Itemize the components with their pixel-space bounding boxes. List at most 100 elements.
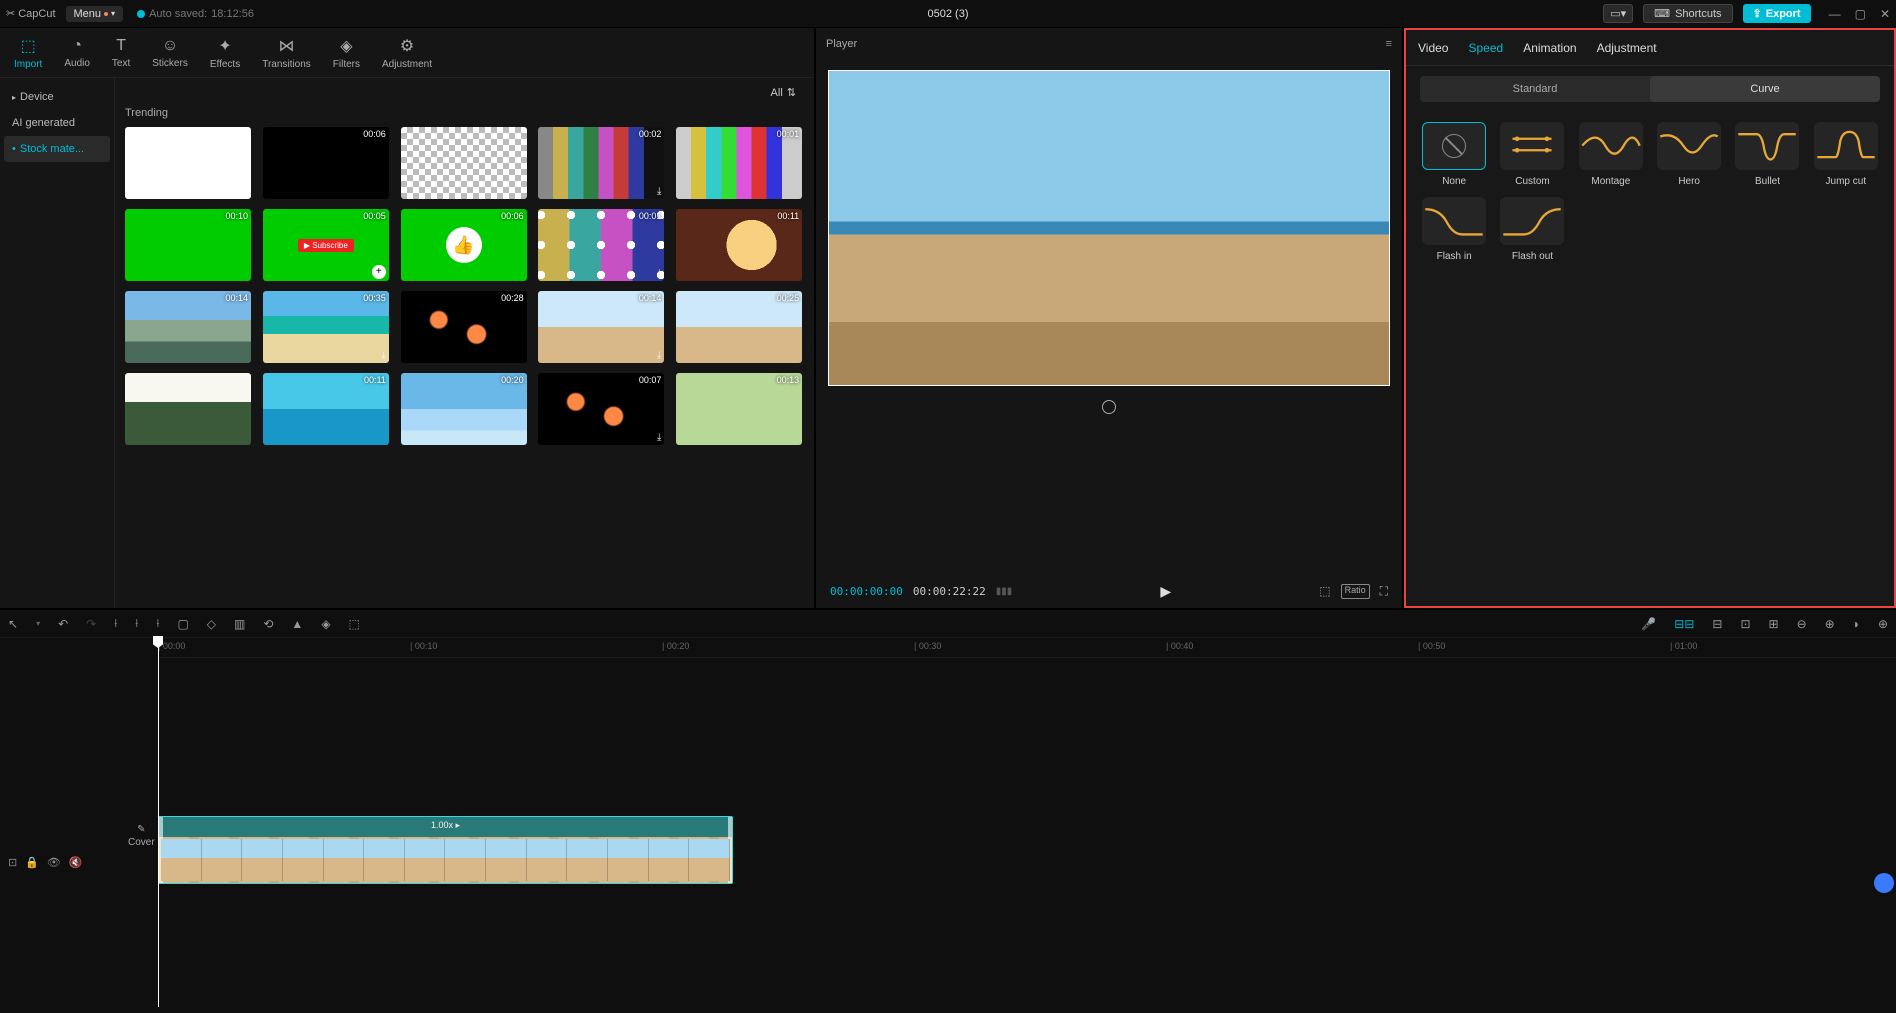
zoom-fit-icon[interactable]: ◗: [1853, 617, 1860, 631]
zoom-in-icon[interactable]: ⊕: [1825, 617, 1835, 631]
media-thumbnail[interactable]: 00:02⤓: [538, 127, 664, 199]
undo-button[interactable]: ↶: [58, 617, 68, 631]
playhead[interactable]: [158, 638, 159, 1007]
media-thumbnail[interactable]: [401, 127, 527, 199]
link-icon[interactable]: ⊟: [1712, 617, 1722, 631]
fullscreen-icon[interactable]: ⛶: [1380, 584, 1388, 599]
shortcuts-button[interactable]: ⌨ Shortcuts: [1643, 4, 1732, 23]
freeze-icon[interactable]: ▥: [234, 617, 245, 631]
tab-import[interactable]: ⬚Import: [4, 32, 52, 74]
sidebar-item-stock[interactable]: Stock mate...: [4, 136, 110, 162]
tab-transitions[interactable]: ⋈Transitions: [252, 32, 321, 74]
download-icon[interactable]: ⤓: [657, 432, 661, 443]
maximize-button[interactable]: ▢: [1855, 7, 1866, 21]
track-eye-icon[interactable]: 👁: [47, 856, 61, 869]
add-icon[interactable]: +: [372, 265, 386, 279]
media-thumbnail[interactable]: 00:28: [401, 291, 527, 363]
sidebar-item-ai[interactable]: AI generated: [4, 110, 110, 136]
download-icon[interactable]: ⤓: [657, 186, 661, 197]
tab-speed[interactable]: Speed: [1468, 41, 1503, 55]
player-viewport[interactable]: [828, 70, 1390, 386]
magnet-icon[interactable]: ⊟⊟: [1674, 617, 1694, 631]
media-thumbnail[interactable]: 00:10: [125, 209, 251, 281]
tab-audio[interactable]: ◔Audio: [54, 33, 100, 73]
preview-icon[interactable]: ⊡: [1740, 617, 1750, 631]
rotate-icon[interactable]: ◈: [321, 617, 330, 631]
sidebar-item-device[interactable]: ▸Device: [4, 84, 110, 110]
player-quality-icon[interactable]: [1102, 400, 1116, 414]
crop-tl-icon[interactable]: ◇: [207, 617, 216, 631]
play-button[interactable]: ▶: [1160, 583, 1171, 600]
tab-text[interactable]: TText: [102, 33, 140, 73]
menu-button[interactable]: Menu ▾: [66, 6, 124, 22]
split-icon[interactable]: ⟊: [135, 616, 138, 631]
tracks-area[interactable]: | 00:00| 00:10| 00:20| 00:30| 00:40| 00:…: [158, 638, 1896, 1013]
crop-tl2-icon[interactable]: ⬚: [349, 617, 360, 631]
export-button[interactable]: ⇪ Export: [1743, 4, 1811, 23]
minimize-button[interactable]: —: [1829, 7, 1841, 21]
cover-button[interactable]: ✎ Cover: [128, 824, 155, 848]
redo-button[interactable]: ↷: [86, 617, 96, 631]
ratio-button[interactable]: Ratio: [1341, 584, 1370, 599]
media-thumbnail[interactable]: 00:07⤓: [538, 373, 664, 445]
media-thumbnail[interactable]: 00:01: [676, 127, 802, 199]
media-thumbnail[interactable]: 00:35⤓: [263, 291, 389, 363]
download-icon[interactable]: ⤓: [381, 350, 385, 361]
media-thumbnail[interactable]: 00:14⤓: [538, 291, 664, 363]
download-icon[interactable]: ⤓: [657, 350, 661, 361]
media-thumbnail[interactable]: [125, 127, 251, 199]
curve-preset-flashout[interactable]: Flash out: [1498, 197, 1566, 262]
tab-adjustment-right[interactable]: Adjustment: [1597, 41, 1657, 55]
layout-button[interactable]: ▭▾: [1603, 4, 1633, 23]
zoom-out-icon[interactable]: ⊖: [1797, 617, 1807, 631]
tab-animation[interactable]: Animation: [1523, 41, 1576, 55]
curve-preset-custom[interactable]: Custom: [1498, 122, 1566, 187]
media-thumbnail[interactable]: 00:25: [676, 291, 802, 363]
track-lock-icon[interactable]: 🔒: [25, 856, 39, 869]
split-l-icon[interactable]: ⟊: [114, 616, 117, 631]
media-thumbnail[interactable]: 00:11: [263, 373, 389, 445]
curve-preset-jumpcut[interactable]: Jump cut: [1812, 122, 1880, 187]
delete-icon[interactable]: ▢: [177, 617, 188, 631]
help-bubble[interactable]: [1874, 873, 1894, 893]
select-dropdown-icon[interactable]: ▾: [36, 619, 40, 628]
video-clip[interactable]: 1.00x ▸: [158, 816, 733, 884]
media-thumbnail[interactable]: 00:06👍: [401, 209, 527, 281]
select-tool-icon[interactable]: ↖: [8, 617, 18, 631]
track-mute-icon[interactable]: 🔇: [69, 856, 83, 869]
timeline-ruler[interactable]: | 00:00| 00:10| 00:20| 00:30| 00:40| 00:…: [158, 638, 1896, 658]
media-thumbnail[interactable]: 00:20: [401, 373, 527, 445]
media-thumbnail[interactable]: 00:01⤓: [538, 209, 664, 281]
download-icon[interactable]: ⤓: [657, 268, 661, 279]
mic-icon[interactable]: 🎤: [1641, 617, 1656, 631]
curve-preset-none[interactable]: None: [1420, 122, 1488, 187]
speed-curve-button[interactable]: Curve: [1650, 76, 1880, 102]
bars-icon[interactable]: ▮▮▮: [996, 586, 1013, 597]
media-thumbnail[interactable]: 00:05+▶ Subscribe: [263, 209, 389, 281]
curve-preset-montage[interactable]: Montage: [1577, 122, 1645, 187]
mirror-icon[interactable]: ▲: [291, 617, 303, 631]
tab-stickers[interactable]: ☺Stickers: [142, 33, 198, 73]
media-thumbnail[interactable]: 00:11: [676, 209, 802, 281]
tab-adjustment[interactable]: ⚙Adjustment: [372, 32, 442, 74]
tab-filters[interactable]: ◈Filters: [323, 32, 370, 74]
close-button[interactable]: ✕: [1880, 7, 1890, 21]
reverse-icon[interactable]: ⟲: [263, 617, 273, 631]
track-opt1-icon[interactable]: ⊡: [8, 856, 17, 869]
curve-preset-flashin[interactable]: Flash in: [1420, 197, 1488, 262]
media-thumbnail[interactable]: 00:14: [125, 291, 251, 363]
crop-icon[interactable]: ⬚: [1319, 584, 1330, 599]
curve-preset-bullet[interactable]: Bullet: [1733, 122, 1801, 187]
media-thumbnail[interactable]: 00:06: [263, 127, 389, 199]
player-menu-icon[interactable]: ≡: [1386, 38, 1392, 50]
media-thumbnail[interactable]: [125, 373, 251, 445]
preview2-icon[interactable]: ⊞: [1769, 617, 1779, 631]
filter-all-button[interactable]: All ⇅: [771, 86, 796, 99]
speed-standard-button[interactable]: Standard: [1420, 76, 1650, 102]
fullwidth-icon[interactable]: ⊕: [1878, 617, 1888, 631]
tab-effects[interactable]: ✦Effects: [200, 32, 250, 74]
media-thumbnail[interactable]: 00:13: [676, 373, 802, 445]
split-r-icon[interactable]: ⟊: [156, 616, 159, 631]
curve-preset-hero[interactable]: Hero: [1655, 122, 1723, 187]
tab-video[interactable]: Video: [1418, 41, 1448, 55]
